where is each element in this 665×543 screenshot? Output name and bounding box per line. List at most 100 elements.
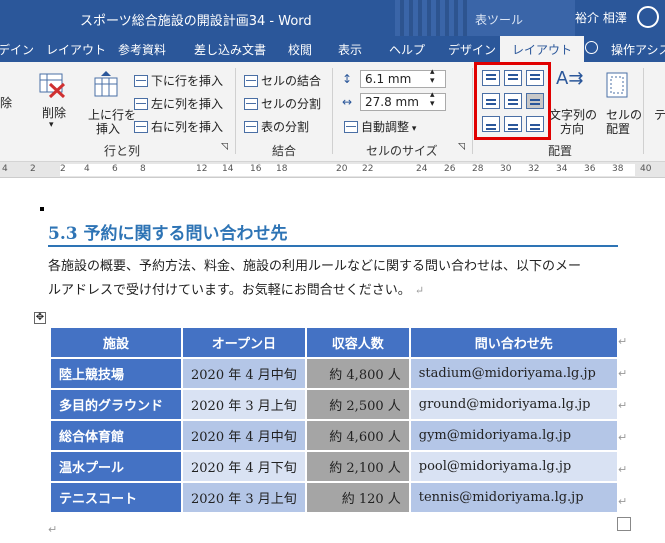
- insert-left-button[interactable]: 左に列を挿入: [134, 95, 223, 112]
- tab-table-design[interactable]: デザイン: [448, 41, 496, 58]
- ruler-tick: 26: [444, 164, 456, 174]
- facility-cell[interactable]: 温水プール: [49, 450, 183, 483]
- capacity-cell[interactable]: 約 4,800 人: [304, 357, 411, 390]
- insert-row-above-icon[interactable]: [92, 70, 120, 98]
- insert-above-label-2[interactable]: 挿入: [96, 120, 120, 137]
- separator: [472, 68, 473, 154]
- ruler-tick: 8: [140, 164, 146, 174]
- separator: [235, 68, 236, 154]
- ribbon-layout: 除 削除 ▾ 上に行を 挿入 下に行を挿入 左に列を挿入 右に列を挿入 行と列 …: [0, 62, 665, 162]
- ruler-tick: 30: [500, 164, 512, 174]
- ruler-tick: 36: [584, 164, 596, 174]
- spin-arrows-icon[interactable]: ▴ ▾: [430, 91, 435, 109]
- separator: [643, 68, 644, 154]
- autofit-button[interactable]: 自動調整 ▾: [344, 118, 416, 135]
- capacity-cell[interactable]: 約 2,500 人: [304, 388, 411, 421]
- tab-tell-me[interactable]: 操作アシス: [611, 41, 665, 58]
- ribbon-tabs: デイン レイアウト 参考資料 差し込み文書 校閲 表示 ヘルプ デザイン レイア…: [0, 36, 665, 62]
- body-paragraph-line-1[interactable]: 各施設の概要、予約方法、料金、施設の利用ルールなどに関する問い合わせは、以下のメ…: [48, 255, 623, 279]
- header-facility[interactable]: 施設: [49, 326, 183, 359]
- open-date-cell[interactable]: 2020 年 4 月下旬: [181, 450, 307, 483]
- facility-cell[interactable]: テニスコート: [49, 481, 183, 514]
- tab-view[interactable]: 表示: [338, 41, 362, 58]
- ruler-tick: 24: [416, 164, 428, 174]
- lightbulb-icon[interactable]: [585, 41, 598, 54]
- header-capacity[interactable]: 収容人数: [304, 326, 411, 359]
- user-avatar-icon[interactable]: [637, 6, 659, 28]
- table-move-handle-icon[interactable]: ✥: [34, 312, 46, 324]
- contact-cell[interactable]: tennis@midoriyama.lg.jp: [408, 481, 619, 514]
- header-contact[interactable]: 問い合わせ先: [408, 326, 619, 359]
- contact-cell[interactable]: pool@midoriyama.lg.jp: [408, 450, 619, 483]
- facility-cell[interactable]: 多目的グラウンド: [49, 388, 183, 421]
- tab-table-layout[interactable]: レイアウト: [500, 36, 585, 62]
- insert-right-icon: [134, 121, 148, 133]
- horizontal-ruler: 4 2 2 4 6 8 12 14 16 18 20 22 24 26 28 3…: [0, 162, 665, 178]
- facility-cell[interactable]: 総合体育館: [49, 419, 183, 452]
- ruler-tick: 16: [250, 164, 262, 174]
- capacity-cell[interactable]: 約 120 人: [304, 481, 411, 514]
- split-cells-button[interactable]: セルの分割: [244, 95, 321, 112]
- facility-cell[interactable]: 陸上競技場: [49, 357, 183, 390]
- open-date-cell[interactable]: 2020 年 4 月中旬: [181, 419, 307, 452]
- contact-cell[interactable]: gym@midoriyama.lg.jp: [408, 419, 619, 452]
- title-decoration: [400, 0, 470, 36]
- split-table-button[interactable]: 表の分割: [244, 118, 309, 135]
- chevron-down-icon[interactable]: ▾: [49, 120, 54, 130]
- dialog-launcher-icon[interactable]: ◹: [221, 142, 228, 152]
- open-date-cell[interactable]: 2020 年 3 月上旬: [181, 388, 307, 421]
- merge-cells-icon: [244, 75, 258, 87]
- header-open-date[interactable]: オープン日: [181, 326, 307, 359]
- split-cells-icon: [244, 98, 258, 110]
- open-date-cell[interactable]: 2020 年 4 月中旬: [181, 357, 307, 390]
- split-table-icon: [244, 121, 258, 133]
- text-direction-icon[interactable]: A⇉: [556, 68, 583, 89]
- ruler-tick: 4: [84, 164, 90, 174]
- tab-help[interactable]: ヘルプ: [389, 41, 425, 58]
- delete-table-icon[interactable]: [38, 70, 66, 98]
- open-date-cell[interactable]: 2020 年 3 月上旬: [181, 481, 307, 514]
- merge-cells-button[interactable]: セルの結合: [244, 72, 321, 89]
- delete-fragment[interactable]: 除: [0, 94, 12, 111]
- dialog-launcher-icon[interactable]: ◹: [458, 142, 465, 152]
- tab-mailings[interactable]: 差し込み文書: [194, 41, 266, 58]
- section-heading[interactable]: 5.3 予約に関する問い合わせ先: [48, 219, 288, 244]
- delete-button[interactable]: 削除: [42, 104, 66, 121]
- paragraph-bullet: [40, 207, 44, 211]
- text-direction-label-2[interactable]: 方向: [560, 120, 584, 137]
- insert-below-button[interactable]: 下に行を挿入: [134, 72, 223, 89]
- spin-arrows-icon[interactable]: ▴ ▾: [430, 68, 435, 86]
- heading-underline: [48, 245, 618, 247]
- document-page[interactable]: 5.3 予約に関する問い合わせ先 各施設の概要、予約方法、料金、施設の利用ルール…: [0, 179, 665, 543]
- tab-design-doc[interactable]: デイン: [0, 41, 34, 58]
- data-fragment[interactable]: テ: [654, 106, 665, 123]
- tab-layout-doc[interactable]: レイアウト: [46, 41, 106, 58]
- table-row: 陸上競技場 2020 年 4 月中旬 約 4,800 人 stadium@mid…: [49, 357, 619, 390]
- group-cell-size-label: セルのサイズ: [366, 144, 438, 158]
- table-tools-label: 表ツール: [475, 13, 524, 27]
- cell-margins-icon[interactable]: [604, 70, 632, 98]
- ruler-tick: 32: [528, 164, 540, 174]
- user-name[interactable]: 裕介 相澤: [575, 9, 627, 26]
- capacity-cell[interactable]: 約 4,600 人: [304, 419, 411, 452]
- contact-cell[interactable]: ground@midoriyama.lg.jp: [408, 388, 619, 421]
- row-end-mark: ↵: [618, 367, 628, 380]
- contact-table[interactable]: 施設 オープン日 収容人数 問い合わせ先 陸上競技場 2020 年 4 月中旬 …: [49, 326, 619, 514]
- ruler-tick: 6: [112, 164, 118, 174]
- insert-below-icon: [134, 75, 148, 87]
- ruler-page-area: [60, 164, 635, 176]
- ruler-tick: 12: [196, 164, 208, 174]
- column-width-icon: ↔: [342, 95, 353, 109]
- ruler-tick: 22: [362, 164, 374, 174]
- contact-cell[interactable]: stadium@midoriyama.lg.jp: [408, 357, 619, 390]
- ruler-tick: 2: [30, 164, 36, 174]
- capacity-cell[interactable]: 約 2,100 人: [304, 450, 411, 483]
- insert-right-button[interactable]: 右に列を挿入: [134, 118, 223, 135]
- row-end-mark: ↵: [618, 335, 628, 348]
- tab-review[interactable]: 校閲: [288, 41, 312, 58]
- tab-references[interactable]: 参考資料: [118, 41, 166, 58]
- title-bar: スポーツ総合施設の開設計画34 - Word 表ツール 裕介 相澤: [0, 0, 665, 36]
- cell-margins-label-2[interactable]: 配置: [606, 120, 630, 137]
- table-resize-handle[interactable]: [617, 517, 631, 531]
- body-paragraph-line-2[interactable]: ルアドレスで受け付けています。お気軽にお問合せください。 ↵: [48, 279, 623, 303]
